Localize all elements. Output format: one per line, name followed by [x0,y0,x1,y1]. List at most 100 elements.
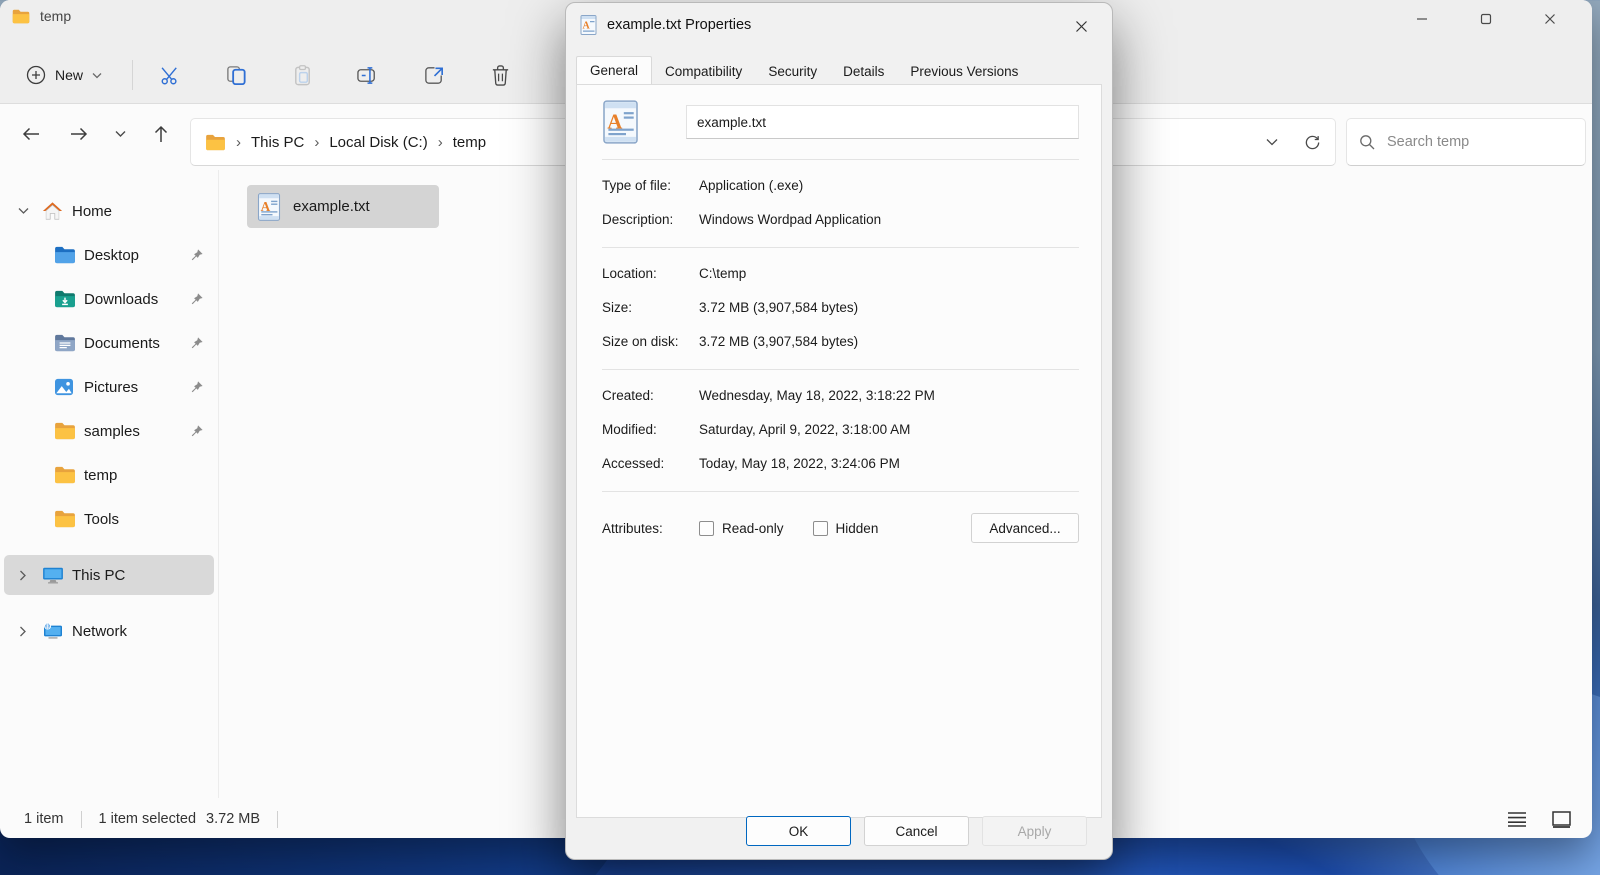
hidden-checkbox[interactable] [812,520,828,536]
rename-button[interactable] [345,55,391,95]
sidebar-item-documents[interactable]: Documents [4,321,214,365]
sidebar-item-samples[interactable]: samples [4,409,214,453]
advanced-button[interactable]: Advanced... [971,513,1079,543]
tab-general[interactable]: General [576,56,653,85]
recent-locations-button[interactable] [101,115,139,153]
sidebar-item-tools[interactable]: Tools [4,497,214,541]
clipboard-icon [294,64,310,85]
property-value: Saturday, April 9, 2022, 3:18:00 AM [699,422,911,437]
sidebar-item-temp[interactable]: temp [4,453,214,497]
cut-button[interactable] [147,55,193,95]
dialog-button-row: OK Cancel Apply [746,816,1087,846]
property-value: Application (.exe) [699,178,804,193]
search-box[interactable] [1346,118,1586,166]
tab-details[interactable]: Details [830,60,897,84]
address-dropdown-button[interactable] [1266,138,1278,146]
sidebar-item-desktop[interactable]: Desktop [4,233,214,277]
breadcrumb-this-pc[interactable]: This PC [245,130,310,155]
new-button[interactable]: New [14,57,114,93]
chevron-down-icon[interactable] [10,207,36,215]
folder-icon [54,509,76,529]
readonly-checkbox[interactable] [699,520,714,536]
property-label: Accessed: [602,456,665,471]
section-divider [602,491,1079,492]
toolbar-divider [132,60,134,90]
tab-compatibility[interactable]: Compatibility [652,60,755,84]
maximize-button[interactable] [1454,0,1518,38]
property-value: 3.72 MB (3,907,584 bytes) [699,334,859,349]
sidebar-item-label: Tools [84,510,120,528]
folder-icon [205,134,226,151]
property-value: Wednesday, May 18, 2022, 3:18:22 PM [699,388,935,403]
pin-icon [190,336,204,350]
forward-button[interactable] [60,115,98,153]
pin-icon [190,292,204,306]
details-view-button[interactable] [1502,804,1532,834]
status-divider [80,810,82,828]
hidden-label: Hidden [835,520,879,536]
copy-icon [226,65,246,85]
tab-previous-versions[interactable]: Previous Versions [897,60,1031,84]
navigation-pane: Home Desktop Downloads Documents Picture… [0,170,219,798]
property-label: Location: [602,266,657,281]
property-row: Accessed: Today, May 18, 2022, 3:24:06 P… [602,455,1079,472]
svg-text:A: A [583,21,591,32]
new-button-label: New [55,67,84,83]
sidebar-item-label: Downloads [84,290,159,308]
sidebar-item-this-pc[interactable]: This PC [4,555,214,595]
sidebar-item-downloads[interactable]: Downloads [4,277,214,321]
sidebar-item-label: temp [84,466,118,484]
property-row: Created: Wednesday, May 18, 2022, 3:18:2… [602,387,1079,404]
sidebar-item-label: Home [72,202,113,220]
share-button[interactable] [411,55,457,95]
property-row: Description: Windows Wordpad Application [602,211,1079,228]
trash-icon [492,64,508,86]
breadcrumb-temp[interactable]: temp [447,130,492,155]
copy-button[interactable] [213,55,259,95]
chevron-right-icon[interactable] [10,570,36,581]
selection-size: 3.72 MB [206,811,261,827]
close-button[interactable] [1518,0,1582,38]
plus-circle-icon [26,65,46,85]
sidebar-item-pictures[interactable]: Pictures [4,365,214,409]
this-pc-icon [42,565,64,585]
file-example-txt[interactable]: A example.txt [247,185,439,228]
sidebar-item-label: Pictures [84,378,139,396]
property-row: Type of file: Application (.exe) [602,177,1079,194]
refresh-button[interactable] [1304,134,1321,151]
sidebar-item-label: Desktop [84,246,140,264]
breadcrumb-chevron: › [437,133,443,151]
breadcrumb-local-disk[interactable]: Local Disk (C:) [323,130,433,155]
breadcrumb-chevron: › [236,133,241,151]
sidebar-item-label: This PC [72,566,126,584]
paste-button[interactable] [279,55,325,95]
chevron-down-icon [115,131,125,137]
dialog-close-button[interactable] [1066,11,1096,41]
ok-button[interactable]: OK [746,816,851,846]
back-button[interactable] [12,115,50,153]
minimize-button[interactable] [1390,0,1454,38]
property-value: Today, May 18, 2022, 3:24:06 PM [699,456,900,471]
wordpad-document-icon: A [602,100,639,144]
share-icon [424,66,443,84]
search-input[interactable] [1387,134,1557,150]
scissors-icon [161,66,177,84]
sidebar-item-label: Network [72,622,128,640]
large-icons-view-button[interactable] [1546,804,1576,834]
filename-input[interactable] [686,105,1079,139]
chevron-right-icon[interactable] [10,626,36,637]
property-label: Size on disk: [602,334,679,349]
delete-button[interactable] [477,55,523,95]
sidebar-item-home[interactable]: Home [4,189,214,233]
folder-icon [12,9,30,24]
property-row: Location: C:\temp [602,265,1079,282]
tab-security[interactable]: Security [755,60,830,84]
wordpad-document-icon: A [257,192,281,221]
general-tab-page: A Type of file: Application (.exe) Descr… [576,84,1102,818]
property-value: C:\temp [699,266,747,281]
chevron-down-icon [92,72,102,79]
up-button[interactable] [142,115,180,153]
sidebar-item-label: samples [84,422,140,440]
sidebar-item-network[interactable]: Network [4,609,214,653]
cancel-button[interactable]: Cancel [864,816,969,846]
